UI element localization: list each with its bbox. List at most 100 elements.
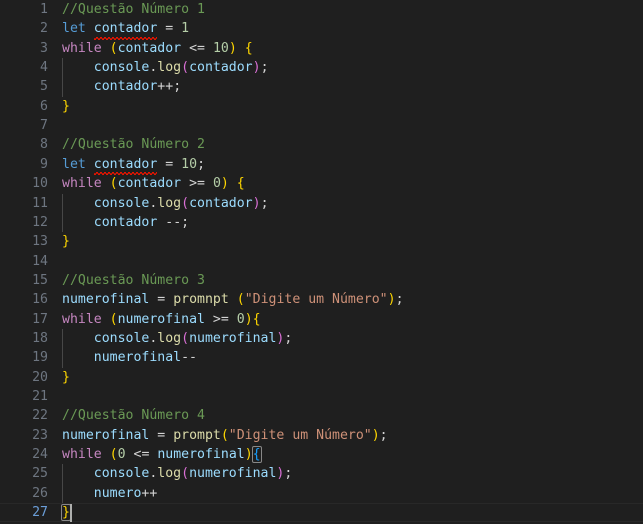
code-token: numerofinal [117,311,205,327]
line-number[interactable]: 15 [0,271,48,290]
line-number[interactable]: 1 [0,0,48,19]
line-number[interactable]: 25 [0,464,48,483]
line-number[interactable]: 16 [0,290,48,309]
line-content[interactable]: while (0 <= numerofinal){ [62,445,643,464]
line-content[interactable] [62,387,643,406]
line-number[interactable]: 7 [0,116,48,135]
line-number[interactable]: 10 [0,174,48,193]
line-content[interactable]: numerofinal = promnpt ("Digite um Número… [62,290,643,309]
code-line[interactable]: 8 //Questão Número 2 [0,135,643,154]
line-number[interactable]: 18 [0,329,48,348]
code-line[interactable]: 26 numero++ [0,483,643,504]
code-line[interactable]: 19 numerofinal-- [0,348,643,368]
code-token: ( [236,292,245,308]
spellcheck-squiggle: contador [93,19,157,41]
line-number[interactable]: 19 [0,348,48,367]
line-content[interactable]: //Questão Número 2 [62,135,643,154]
code-token: 0 [117,447,126,463]
line-content[interactable]: } [62,97,643,116]
line-content[interactable]: } [61,503,643,522]
code-token: ( [181,330,190,346]
line-content[interactable]: //Questão Número 4 [62,406,643,425]
line-content[interactable]: console.log(numerofinal); [62,329,643,348]
line-content[interactable] [62,252,643,271]
line-number[interactable]: 9 [0,155,48,174]
code-token: contador [189,60,253,76]
code-line[interactable]: 22 //Questão Número 4 [0,406,643,425]
line-number[interactable]: 14 [0,252,48,271]
code-line[interactable]: 14 [0,252,643,271]
code-token: while [62,447,102,463]
bracket-match-highlight: { [251,446,262,464]
code-line[interactable]: 16 numerofinal = promnpt ("Digite um Núme… [0,290,643,309]
line-content[interactable]: } [62,368,643,387]
code-line[interactable]: 10 while (contador >= 0) { [0,174,643,193]
line-content[interactable]: numerofinal-- [62,348,643,367]
code-line[interactable]: 17 while (numerofinal >= 0){ [0,310,643,329]
code-line[interactable]: 18 console.log(numerofinal); [0,328,643,349]
line-number[interactable]: 21 [0,387,48,406]
code-line[interactable]: 11 console.log(contador); [0,193,643,213]
line-content[interactable]: contador++; [62,77,643,96]
code-line[interactable]: 3 while (contador <= 10) { [0,39,643,58]
line-content[interactable]: while (contador <= 10) { [62,39,643,58]
line-number[interactable]: 20 [0,368,48,387]
line-content[interactable]: while (contador >= 0) { [62,174,643,193]
code-line[interactable]: 23 numerofinal = prompt("Digite um Número… [0,426,643,445]
code-line[interactable]: 7 [0,116,643,135]
code-line[interactable]: 6} [0,97,643,116]
line-number[interactable]: 23 [0,426,48,445]
line-number[interactable]: 26 [0,484,48,503]
code-line[interactable]: 25 console.log(numerofinal); [0,464,643,484]
line-content[interactable]: numerofinal = prompt("Digite um Número")… [62,426,643,445]
code-token: let [62,21,86,37]
line-number[interactable]: 6 [0,97,48,116]
line-content[interactable]: //Questão Número 1 [62,0,643,19]
line-content[interactable] [62,116,643,135]
line-number[interactable]: 11 [0,194,48,213]
line-number[interactable]: 13 [0,232,48,251]
code-token: ; [379,427,388,443]
code-line[interactable]: 21 [0,387,643,406]
line-content[interactable]: while (numerofinal >= 0){ [62,310,643,329]
line-number[interactable]: 24 [0,445,48,464]
line-number[interactable]: 8 [0,135,48,154]
line-number[interactable]: 22 [0,406,48,425]
code-line[interactable]: 1 //Questão Número 1 [0,0,643,19]
line-number[interactable]: 12 [0,213,48,232]
line-number[interactable]: 17 [0,310,48,329]
code-line[interactable]: 9 let contador = 10; [0,155,643,176]
line-content[interactable]: let contador = 10; [62,155,643,176]
line-number[interactable]: 5 [0,77,48,96]
line-number[interactable]: 4 [0,58,48,77]
line-number[interactable]: 3 [0,39,48,58]
code-token: ) [371,427,380,443]
code-token: <= [133,447,150,463]
line-content[interactable]: let contador = 1 [62,19,643,41]
line-content[interactable]: contador --; [62,213,643,232]
code-token: let [62,156,86,172]
code-line[interactable]: 20} [0,368,643,387]
code-line[interactable]: 12 contador --; [0,212,643,233]
line-content[interactable]: } [62,232,643,251]
line-number[interactable]: 2 [0,19,48,38]
code-line[interactable]: 4 console.log(contador); [0,58,643,78]
line-content[interactable]: console.log(contador); [62,194,643,213]
line-content[interactable]: numero++ [62,484,643,503]
line-content[interactable]: console.log(contador); [62,58,643,77]
code-editor[interactable]: 1 //Questão Número 1 2 let contador = 1 3 whi… [0,0,643,524]
line-content[interactable]: //Questão Número 3 [62,271,643,290]
code-line[interactable]: 2 let contador = 1 [0,19,643,41]
code-line[interactable]: 15 //Questão Número 3 [0,271,643,290]
code-line[interactable]: 24 while (0 <= numerofinal){ [0,445,643,464]
code-line[interactable]: 13} [0,232,643,251]
code-line[interactable]: 5 contador++; [0,77,643,97]
line-content[interactable]: console.log(numerofinal); [62,464,643,483]
code-line[interactable]: 27} [0,503,643,523]
line-number[interactable]: 27 [0,503,48,522]
